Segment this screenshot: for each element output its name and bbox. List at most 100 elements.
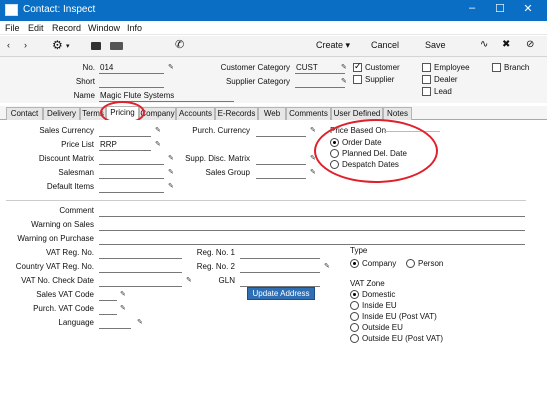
default-items-paste-icon[interactable]: ✎: [168, 182, 174, 190]
price-based-on-highlight: [314, 119, 438, 183]
supplier-checkbox[interactable]: [353, 75, 362, 84]
discount-matrix-field[interactable]: [99, 153, 164, 165]
dealer-checkbox-label: Dealer: [434, 75, 458, 84]
tab-web[interactable]: Web: [258, 107, 286, 120]
paste-icon[interactable]: ✎: [168, 63, 174, 71]
purch-currency-paste-icon[interactable]: ✎: [310, 126, 316, 134]
phone-icon[interactable]: ✆: [175, 38, 184, 51]
customer-checkbox[interactable]: [353, 61, 362, 72]
vat-zone-inside-eu-post-vat-radio[interactable]: [350, 312, 359, 321]
app-icon: [5, 4, 18, 16]
reg-no-2-paste-icon[interactable]: ✎: [324, 262, 330, 270]
country-vat-reg-no-field[interactable]: [99, 261, 182, 273]
no-field[interactable]: 014: [99, 62, 164, 74]
supplier-checkbox-label: Supplier: [365, 75, 395, 84]
title-bar: Contact: Inspect – ☐ ✕: [0, 0, 547, 21]
menu-edit[interactable]: Edit: [28, 23, 44, 33]
menu-bar: File Edit Record Window Info: [0, 21, 547, 35]
vat-reg-no-field[interactable]: [99, 247, 182, 259]
sales-group-paste-icon[interactable]: ✎: [310, 168, 316, 176]
menu-window[interactable]: Window: [88, 23, 120, 33]
purch-vat-code-paste-icon[interactable]: ✎: [120, 304, 126, 312]
menu-record[interactable]: Record: [52, 23, 81, 33]
menu-info[interactable]: Info: [127, 23, 142, 33]
sales-group-field[interactable]: [256, 167, 306, 179]
activity-icon[interactable]: ∿: [480, 39, 488, 50]
tab-comments[interactable]: Comments: [286, 107, 331, 120]
sales-vat-code-field[interactable]: [99, 289, 117, 301]
salesman-field[interactable]: [99, 167, 164, 179]
language-paste-icon[interactable]: ✎: [137, 318, 143, 326]
print-preview-icon[interactable]: [110, 42, 123, 50]
purch-currency-field[interactable]: [256, 125, 306, 137]
attachment-icon[interactable]: ⊘: [526, 39, 534, 50]
default-items-field[interactable]: [99, 181, 164, 193]
sales-vat-code-paste-icon[interactable]: ✎: [120, 290, 126, 298]
next-record-icon[interactable]: ›: [24, 40, 27, 50]
type-company-radio[interactable]: [350, 259, 359, 268]
lead-checkbox-label: Lead: [434, 87, 452, 96]
update-address-button[interactable]: Update Address: [247, 287, 315, 300]
minimize-icon[interactable]: –: [461, 2, 483, 14]
gear-icon[interactable]: ⚙: [52, 38, 63, 52]
branch-checkbox[interactable]: [492, 63, 501, 72]
tab-accounts[interactable]: Accounts: [176, 107, 215, 120]
price-list-field[interactable]: RRP: [99, 139, 151, 151]
warning-on-purchase-label: Warning on Purchase: [17, 234, 94, 243]
menu-file[interactable]: File: [5, 23, 20, 33]
type-company-label: Company: [362, 259, 397, 268]
vat-zone-domestic-radio[interactable]: [350, 290, 359, 299]
vat-zone-outside-eu-post-vat-radio[interactable]: [350, 334, 359, 343]
vat-zone-outside-eu-radio[interactable]: [350, 323, 359, 332]
reg-no-1-label: Reg. No. 1: [196, 248, 235, 257]
price-list-paste-icon[interactable]: ✎: [155, 140, 161, 148]
reg-no-2-label: Reg. No. 2: [196, 262, 235, 271]
supplier-category-paste-icon[interactable]: ✎: [341, 77, 347, 85]
close-icon[interactable]: ✕: [517, 2, 539, 15]
tab-e-records[interactable]: E-Records: [215, 107, 258, 120]
vat-reg-no-label: VAT Reg. No.: [45, 248, 94, 257]
comment-field[interactable]: [99, 205, 525, 217]
warning-on-purchase-field[interactable]: [99, 233, 525, 245]
vat-no-check-date-field[interactable]: [99, 275, 182, 287]
purch-vat-code-label: Purch. VAT Code: [33, 304, 94, 313]
short-field[interactable]: [99, 76, 164, 88]
maximize-icon[interactable]: ☐: [489, 2, 511, 15]
branch-checkbox-label: Branch: [504, 63, 530, 72]
sales-group-label: Sales Group: [205, 168, 250, 177]
tab-delivery[interactable]: Delivery: [43, 107, 80, 120]
sales-vat-code-label: Sales VAT Code: [36, 290, 94, 299]
tab-contact[interactable]: Contact: [6, 107, 43, 120]
previous-record-icon[interactable]: ‹: [7, 40, 10, 50]
print-icon[interactable]: [91, 42, 101, 50]
sales-currency-field[interactable]: [99, 125, 151, 137]
warning-on-sales-field[interactable]: [99, 219, 525, 231]
gear-dropdown-icon[interactable]: ▾: [66, 42, 70, 50]
supplier-category-field[interactable]: [295, 76, 345, 88]
tab-notes[interactable]: Notes: [383, 107, 412, 120]
reg-no-2-field[interactable]: [240, 261, 320, 273]
sales-currency-paste-icon[interactable]: ✎: [155, 126, 161, 134]
vat-zone-domestic-label: Domestic: [362, 290, 396, 299]
dealer-checkbox[interactable]: [422, 75, 431, 84]
save-button[interactable]: Save: [425, 40, 446, 50]
vat-zone-inside-eu-radio[interactable]: [350, 301, 359, 310]
supp-disc-matrix-field[interactable]: [256, 153, 306, 165]
toolbar: ‹ › ⚙ ▾ ✆ Create ▾ Cancel Save ∿ ✖ ⊘: [0, 36, 547, 57]
discount-matrix-label: Discount Matrix: [38, 154, 94, 163]
language-field[interactable]: [99, 317, 131, 329]
type-person-label: Person: [418, 259, 444, 268]
customer-category-field[interactable]: CUST: [295, 62, 345, 74]
no-label: No.: [82, 63, 95, 72]
price-list-label: Price List: [61, 140, 94, 149]
reg-no-1-field[interactable]: [240, 247, 320, 259]
create-button[interactable]: Create ▾: [316, 40, 350, 51]
link-icon[interactable]: ✖: [502, 39, 510, 50]
type-person-radio[interactable]: [406, 259, 415, 268]
employee-checkbox[interactable]: [422, 63, 431, 72]
purch-vat-code-field[interactable]: [99, 303, 117, 315]
gln-field[interactable]: [240, 275, 320, 287]
cancel-button[interactable]: Cancel: [371, 40, 399, 50]
lead-checkbox[interactable]: [422, 87, 431, 96]
customer-category-paste-icon[interactable]: ✎: [341, 63, 347, 71]
